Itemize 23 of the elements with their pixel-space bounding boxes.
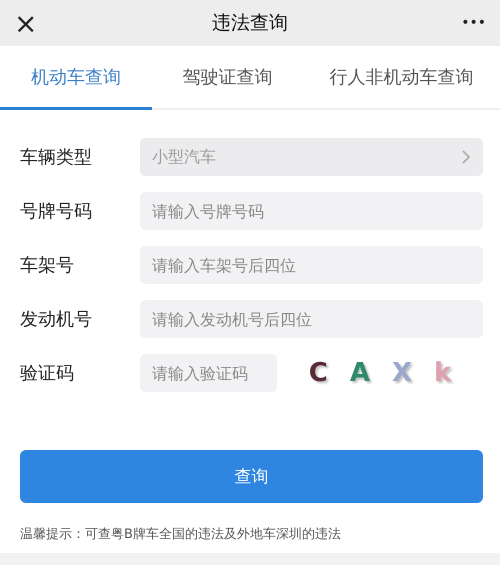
input-field[interactable]: 请输入车架号后四位: [140, 246, 483, 284]
tab[interactable]: 行人非机动车查询: [303, 46, 500, 110]
captcha-char: X: [392, 358, 412, 388]
captcha-char: A: [350, 358, 370, 388]
tab[interactable]: 驾驶证查询: [152, 46, 304, 110]
captcha-image[interactable]: C A X k: [277, 358, 483, 388]
field-label: 号牌号码: [20, 200, 93, 223]
field-label: 车辆类型: [20, 146, 93, 169]
field-label: 车架号: [20, 254, 75, 277]
captcha-char: k: [434, 358, 452, 388]
tab[interactable]: 机动车查询: [0, 46, 152, 110]
page-title: 违法查询: [212, 11, 288, 36]
input-field[interactable]: 请输入号牌号码: [140, 192, 483, 230]
captcha-field[interactable]: 请输入验证码: [140, 354, 277, 392]
captcha-char: C: [308, 358, 328, 388]
chevron-icon: [462, 150, 471, 164]
close-button[interactable]: ×: [14, 6, 50, 40]
input-field[interactable]: 请输入发动机号后四位: [140, 300, 483, 338]
hint-text: 温馨提示：可查粤B牌车全国的违法及外地车深圳的违法: [20, 526, 342, 543]
more-button[interactable]: •••: [450, 15, 486, 31]
field-label: 发动机号: [20, 308, 93, 331]
query-button[interactable]: 查询: [20, 450, 483, 503]
field-label: 验证码: [20, 362, 75, 385]
